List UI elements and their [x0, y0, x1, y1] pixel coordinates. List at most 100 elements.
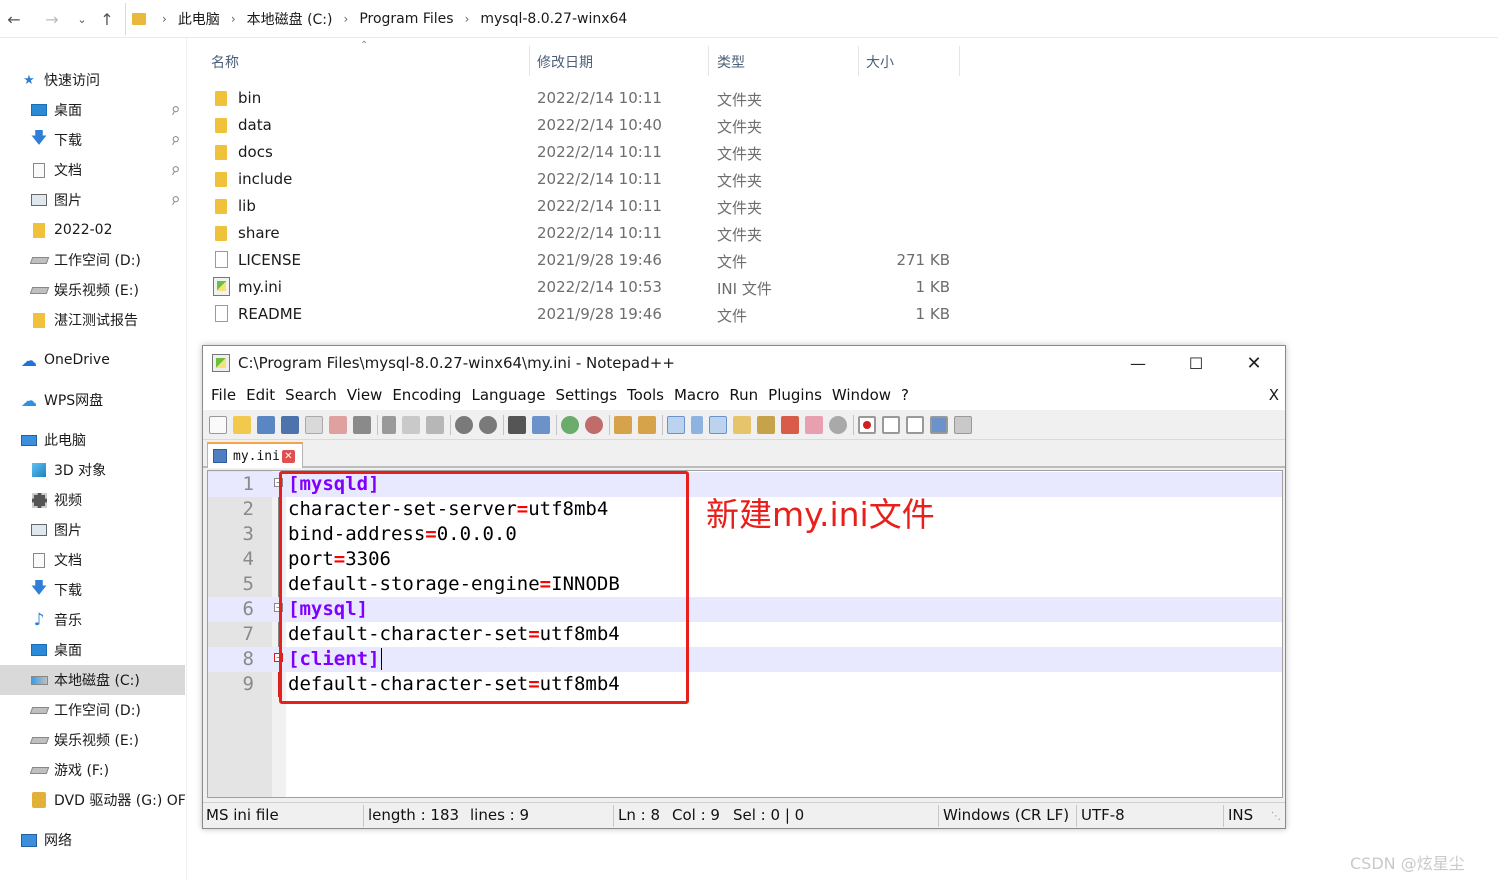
- menu-file[interactable]: File: [211, 386, 236, 404]
- nav-desktop[interactable]: 桌面 ⚲: [30, 95, 185, 125]
- print-icon[interactable]: [353, 415, 371, 434]
- show-all-chars-icon[interactable]: [691, 415, 703, 434]
- nav-dvd-drive[interactable]: DVD 驱动器 (G:) OF: [30, 785, 185, 815]
- nav-drive-c[interactable]: 本地磁盘 (C:): [0, 665, 185, 695]
- nav-drive-e[interactable]: 娱乐视频 (E:): [30, 275, 185, 305]
- column-divider[interactable]: [959, 46, 960, 76]
- breadcrumb-item[interactable]: mysql-8.0.27-winx64: [480, 11, 627, 27]
- sync-horizontal-icon[interactable]: [638, 415, 656, 434]
- nav-drive-f[interactable]: 游戏 (F:): [30, 755, 185, 785]
- record-macro-icon[interactable]: [858, 415, 876, 434]
- chevron-right-icon[interactable]: ›: [231, 12, 236, 26]
- nav-quick-access[interactable]: ★ 快速访问: [20, 65, 205, 95]
- play-macro-icon[interactable]: [906, 415, 924, 434]
- nav-this-pc[interactable]: 此电脑: [20, 425, 205, 455]
- menu-macro[interactable]: Macro: [674, 386, 719, 404]
- cut-icon[interactable]: [382, 415, 396, 434]
- nav-videos[interactable]: 视频: [30, 485, 185, 515]
- stop-macro-icon[interactable]: [882, 415, 900, 434]
- run-macro-multiple-icon[interactable]: [930, 415, 948, 434]
- menu-run[interactable]: Run: [729, 386, 758, 404]
- nav-folder-2022-02[interactable]: 2022-02: [30, 215, 185, 245]
- redo-icon[interactable]: [479, 415, 497, 434]
- status-encoding[interactable]: UTF-8: [1081, 806, 1125, 824]
- nav-desktop[interactable]: 桌面: [30, 635, 185, 665]
- find-icon[interactable]: [508, 415, 526, 434]
- close-button[interactable]: ✕: [1225, 346, 1283, 380]
- column-header-size[interactable]: 大小: [866, 48, 894, 76]
- nav-pictures[interactable]: 图片: [30, 515, 185, 545]
- menu-search[interactable]: Search: [285, 386, 337, 404]
- close-file-icon[interactable]: [305, 415, 323, 434]
- breadcrumb-item[interactable]: 此电脑: [178, 9, 220, 29]
- close-tab-icon[interactable]: ✕: [281, 449, 295, 463]
- column-header-type[interactable]: 类型: [717, 48, 745, 76]
- menu-settings[interactable]: Settings: [556, 386, 618, 404]
- file-row[interactable]: LICENSE 2021/9/28 19:46 文件 271 KB: [188, 247, 968, 274]
- nav-documents[interactable]: 文档 ⚲: [30, 155, 185, 185]
- title-bar[interactable]: C:\Program Files\mysql-8.0.27-winx64\my.…: [203, 346, 1285, 380]
- open-file-icon[interactable]: [233, 415, 251, 434]
- maximize-button[interactable]: ☐: [1167, 346, 1225, 380]
- sync-vertical-icon[interactable]: [614, 415, 632, 434]
- nav-3d-objects[interactable]: 3D 对象: [30, 455, 185, 485]
- file-row[interactable]: lib 2022/2/14 10:11 文件夹: [188, 193, 968, 220]
- file-row[interactable]: bin 2022/2/14 10:11 文件夹: [188, 85, 968, 112]
- breadcrumb-item[interactable]: Program Files: [359, 11, 453, 27]
- nav-downloads[interactable]: 🡇 下载 ⚲: [30, 125, 185, 155]
- breadcrumb-item[interactable]: 本地磁盘 (C:): [247, 9, 333, 29]
- back-arrow-icon[interactable]: ←: [4, 8, 24, 30]
- minimize-button[interactable]: —: [1109, 346, 1167, 380]
- menu-window[interactable]: Window: [832, 386, 891, 404]
- column-header-date[interactable]: 修改日期: [537, 48, 593, 76]
- nav-folder-report[interactable]: 湛江测试报告: [30, 305, 185, 335]
- nav-pictures[interactable]: 图片 ⚲: [30, 185, 185, 215]
- user-define-language-icon[interactable]: [781, 415, 799, 434]
- save-all-icon[interactable]: [281, 415, 299, 434]
- tab-my-ini[interactable]: my.ini ✕: [207, 442, 303, 468]
- menu-plugins[interactable]: Plugins: [768, 386, 822, 404]
- menu-encoding[interactable]: Encoding: [392, 386, 461, 404]
- resize-grip-icon[interactable]: ⋱: [1271, 811, 1281, 822]
- breadcrumb[interactable]: › 此电脑 › 本地磁盘 (C:) › Program Files › mysq…: [125, 3, 1498, 35]
- save-macro-icon[interactable]: [954, 415, 972, 434]
- file-row[interactable]: my.ini 2022/2/14 10:53 INI 文件 1 KB: [188, 274, 968, 301]
- nav-drive-e[interactable]: 娱乐视频 (E:): [30, 725, 185, 755]
- menu-edit[interactable]: Edit: [246, 386, 275, 404]
- word-wrap-icon[interactable]: [667, 415, 685, 434]
- menu-tools[interactable]: Tools: [627, 386, 664, 404]
- paste-icon[interactable]: [426, 415, 444, 434]
- status-eol[interactable]: Windows (CR LF): [943, 806, 1069, 824]
- file-row[interactable]: README 2021/9/28 19:46 文件 1 KB: [188, 301, 968, 328]
- nav-onedrive[interactable]: ☁ OneDrive: [20, 345, 205, 375]
- nav-drive-d[interactable]: 工作空间 (D:): [30, 245, 185, 275]
- nav-wps[interactable]: ☁ WPS网盘: [20, 385, 205, 415]
- menu-language[interactable]: Language: [471, 386, 545, 404]
- chevron-right-icon[interactable]: ›: [162, 12, 167, 26]
- replace-icon[interactable]: [532, 415, 550, 434]
- file-row[interactable]: docs 2022/2/14 10:11 文件夹: [188, 139, 968, 166]
- column-divider[interactable]: [708, 46, 709, 76]
- menu-view[interactable]: View: [347, 386, 383, 404]
- close-all-icon[interactable]: [329, 415, 347, 434]
- nav-music[interactable]: ♪ 音乐: [30, 605, 185, 635]
- nav-downloads[interactable]: 🡇 下载: [30, 575, 185, 605]
- folder-as-workspace-icon[interactable]: [805, 415, 823, 434]
- zoom-in-icon[interactable]: [561, 415, 579, 434]
- zoom-out-icon[interactable]: [585, 415, 603, 434]
- nav-network[interactable]: 网络: [20, 825, 205, 855]
- forward-arrow-icon[interactable]: →: [42, 8, 62, 30]
- column-divider[interactable]: [858, 46, 859, 76]
- column-divider[interactable]: [529, 46, 530, 76]
- file-row[interactable]: share 2022/2/14 10:11 文件夹: [188, 220, 968, 247]
- column-header-name[interactable]: 名称: [211, 48, 239, 76]
- up-arrow-icon[interactable]: ↑: [97, 8, 117, 30]
- close-document-button[interactable]: X: [1269, 386, 1279, 404]
- indent-guide-icon[interactable]: [709, 415, 727, 434]
- monitoring-icon[interactable]: [829, 415, 847, 434]
- save-icon[interactable]: [257, 415, 275, 434]
- chevron-right-icon[interactable]: ›: [344, 12, 349, 26]
- file-row[interactable]: include 2022/2/14 10:11 文件夹: [188, 166, 968, 193]
- document-map-icon[interactable]: [733, 415, 751, 434]
- file-row[interactable]: data 2022/2/14 10:40 文件夹: [188, 112, 968, 139]
